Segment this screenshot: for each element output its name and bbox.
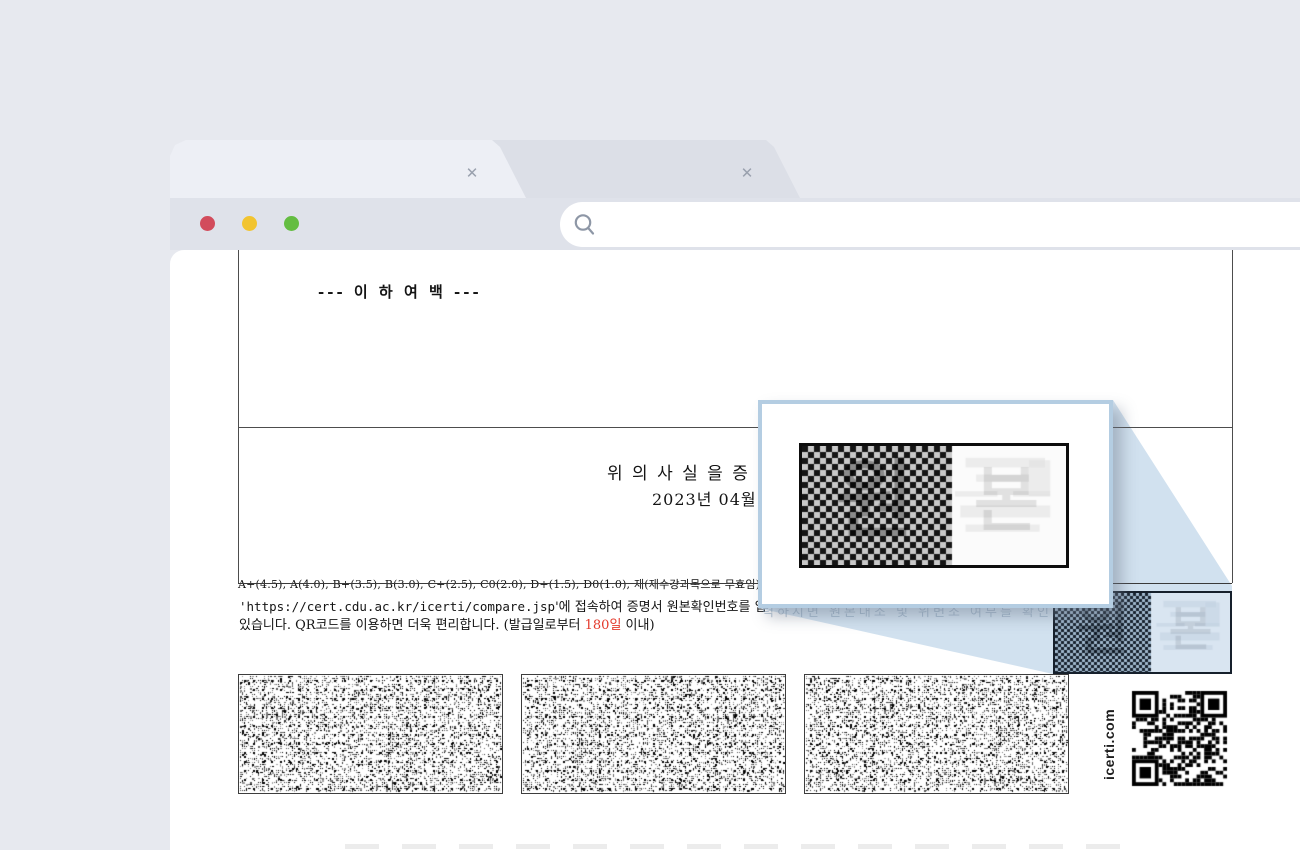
verification-url: 'https://cert.cdu.ac.kr/icerti/compare.j… xyxy=(239,599,555,614)
issue-date: 2023년 04월 xyxy=(652,486,757,510)
security-noise-block-1 xyxy=(238,674,503,794)
traffic-light-zoom-icon[interactable] xyxy=(284,216,299,231)
search-icon xyxy=(572,212,598,238)
blank-below-marker: --- 이 하 여 백 --- xyxy=(318,281,482,302)
tab1-close-icon[interactable]: ✕ xyxy=(462,164,482,184)
grade-scale-legend: A+(4.5), A(4.0), B+(3.5), B(3.0), C+(2.5… xyxy=(238,576,760,592)
address-bar[interactable] xyxy=(560,202,1300,247)
traffic-light-close-icon[interactable] xyxy=(200,216,215,231)
qr-code xyxy=(1130,689,1230,792)
cut-off-text-row xyxy=(345,844,1125,849)
traffic-light-minimize-icon[interactable] xyxy=(242,216,257,231)
table-border-left xyxy=(238,250,239,583)
notice-line-1: 'https://cert.cdu.ac.kr/icerti/compare.j… xyxy=(239,598,767,617)
security-noise-block-2 xyxy=(521,674,786,794)
qr-code-label: icerti.com xyxy=(1101,694,1117,794)
table-divider-over-pointer xyxy=(1113,427,1232,428)
search-input[interactable] xyxy=(598,201,1300,248)
verification-notice: 'https://cert.cdu.ac.kr/icerti/compare.j… xyxy=(239,598,767,634)
table-border-right xyxy=(1232,250,1233,583)
certify-statement: 위 의 사 실 을 증 xyxy=(607,459,750,484)
security-noise-block-3 xyxy=(804,674,1069,794)
tab2-close-icon[interactable]: ✕ xyxy=(737,164,757,184)
zoom-callout xyxy=(758,400,1113,608)
validity-days: 180일 xyxy=(585,618,622,633)
notice-line-2: 있습니다. QR코드를 이용하면 더욱 편리합니다. (발급일로부터 180일 … xyxy=(239,617,767,635)
watermark-magnified xyxy=(799,443,1069,568)
